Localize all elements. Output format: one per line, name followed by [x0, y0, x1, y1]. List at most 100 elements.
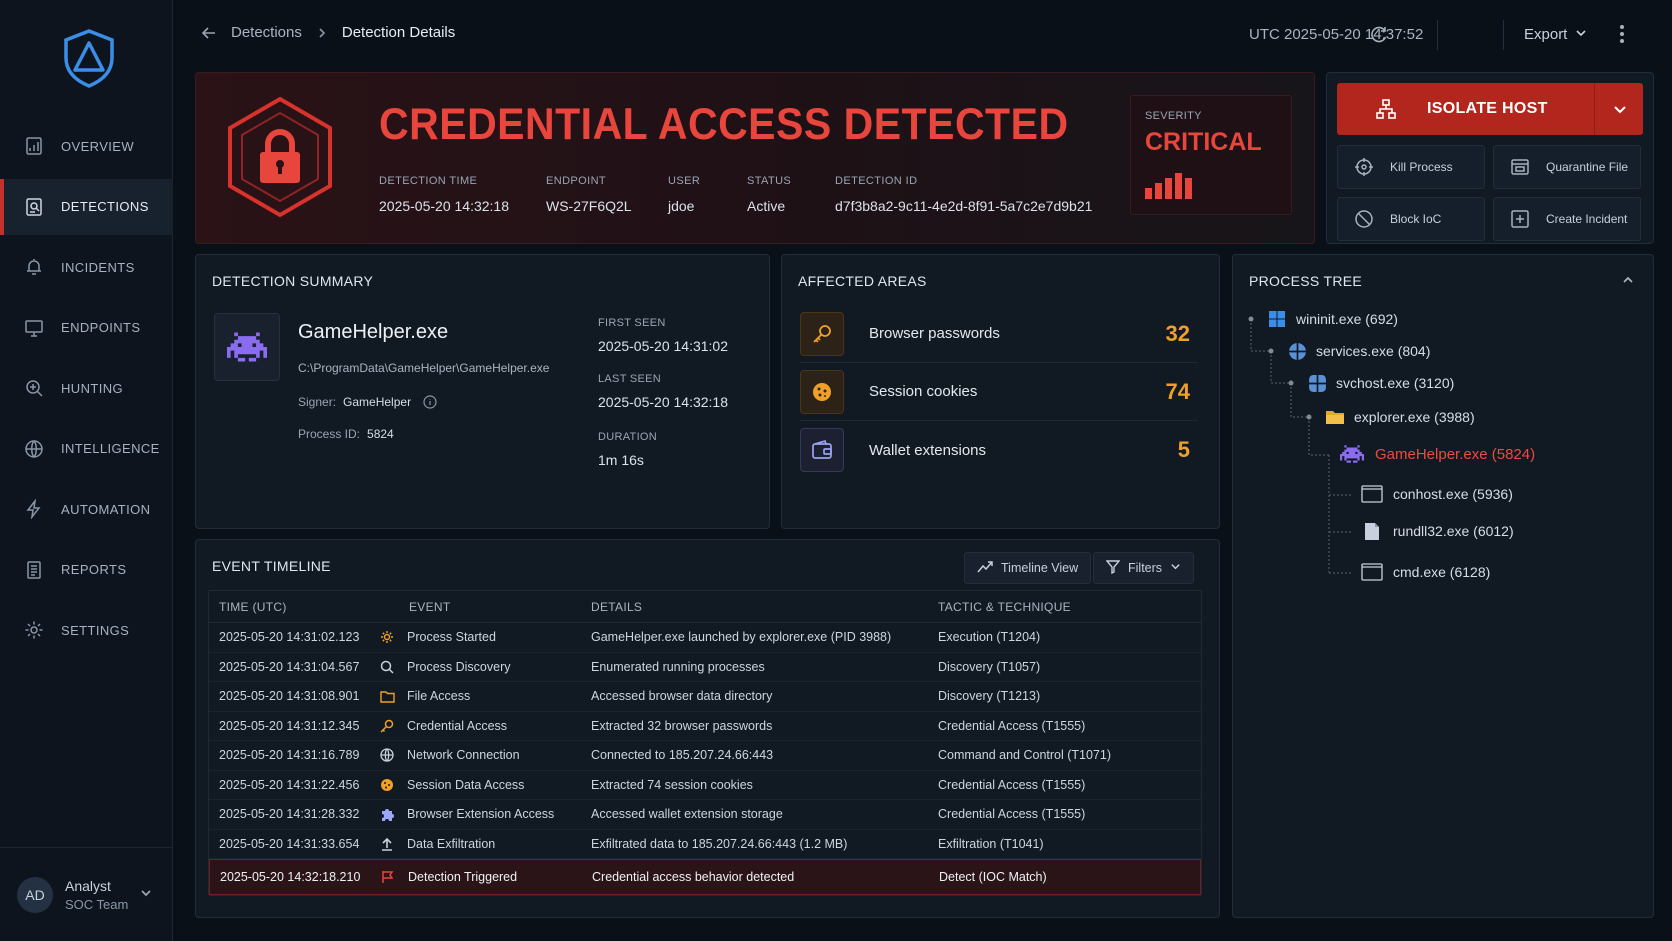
tree-node-svchost[interactable]: svchost.exe (3120) — [1307, 373, 1454, 393]
table-row[interactable]: 2025-05-20 14:31:08.901 File Access Acce… — [209, 682, 1201, 712]
last-seen: LAST SEEN 2025-05-20 14:32:18 — [598, 373, 728, 410]
sidebar-item-settings[interactable]: SETTINGS — [0, 602, 173, 658]
timeline-view-button[interactable]: Timeline View — [964, 552, 1092, 584]
cookie-icon — [800, 369, 844, 414]
sidebar-item-intelligence[interactable]: INTELLIGENCE — [0, 421, 173, 477]
detections-icon — [24, 197, 44, 217]
filter-icon — [1105, 559, 1121, 577]
area-row-session-cookies[interactable]: Session cookies 74 — [800, 363, 1198, 421]
kill-process-button[interactable]: Kill Process — [1337, 145, 1485, 189]
meta-value[interactable]: WS-27F6Q2L — [546, 198, 632, 214]
panel-title: AFFECTED AREAS — [798, 273, 927, 289]
table-row[interactable]: 2025-05-20 14:31:22.456 Session Data Acc… — [209, 771, 1201, 800]
sidebar-item-label: REPORTS — [61, 562, 127, 577]
invader-icon — [214, 313, 280, 381]
tree-node-conhost[interactable]: conhost.exe (5936) — [1361, 484, 1513, 504]
col-time[interactable]: TIME (UTC) — [209, 600, 409, 614]
event-label: File Access — [407, 689, 471, 704]
tree-node-rundll32[interactable]: rundll32.exe (6012) — [1361, 521, 1514, 541]
meta-value: Active — [747, 198, 786, 214]
table-row-highlighted[interactable]: 2025-05-20 14:32:18.210 Detection Trigge… — [209, 859, 1201, 895]
user-menu[interactable]: AD Analyst SOC Team — [0, 847, 173, 941]
info-icon[interactable] — [423, 395, 437, 409]
tree-node-label: GameHelper.exe (5824) — [1375, 445, 1536, 463]
avatar: AD — [17, 876, 53, 913]
table-row[interactable]: 2025-05-20 14:31:28.332 Browser Extensio… — [209, 800, 1201, 830]
sidebar-item-label: INTELLIGENCE — [61, 441, 160, 456]
shield-logo-icon[interactable] — [62, 28, 116, 88]
col-tactic[interactable]: TACTIC & TECHNIQUE — [938, 600, 1201, 614]
globe-icon — [379, 747, 395, 763]
col-details[interactable]: DETAILS — [591, 600, 938, 614]
table-row[interactable]: 2025-05-20 14:31:16.789 Network Connecti… — [209, 741, 1201, 771]
meta-status: STATUS Active — [747, 175, 791, 214]
endpoints-icon — [24, 318, 44, 338]
sidebar-item-hunting[interactable]: HUNTING — [0, 360, 173, 416]
sidebar-item-reports[interactable]: REPORTS — [0, 542, 173, 598]
back-arrow-icon[interactable] — [201, 25, 217, 41]
last-seen-label: LAST SEEN — [598, 373, 662, 385]
area-label: Browser passwords — [869, 325, 1000, 342]
cell-details: Accessed browser data directory — [591, 689, 773, 704]
table-row[interactable]: 2025-05-20 14:31:33.654 Data Exfiltratio… — [209, 830, 1201, 859]
chevron-down-icon[interactable] — [1612, 101, 1628, 122]
table-row[interactable]: 2025-05-20 14:31:12.345 Credential Acces… — [209, 712, 1201, 741]
sidebar-item-label: INCIDENTS — [61, 259, 135, 275]
event-label: Detection Triggered — [408, 870, 518, 884]
sidebar-item-endpoints[interactable]: ENDPOINTS — [0, 300, 173, 356]
export-button[interactable]: Export — [1524, 26, 1587, 43]
windows-icon — [1267, 309, 1287, 329]
first-seen-value: 2025-05-20 14:31:02 — [598, 338, 728, 354]
timeline-view-label: Timeline View — [1001, 561, 1079, 575]
event-label: Process Started — [407, 630, 496, 645]
quarantine-file-button[interactable]: Quarantine File — [1493, 145, 1641, 189]
block-ioc-button[interactable]: Block IoC — [1337, 197, 1485, 241]
cell-tactic: Command and Control (T1071) — [938, 748, 1111, 763]
area-row-wallet-extensions[interactable]: Wallet extensions 5 — [800, 421, 1198, 479]
duration: DURATION 1m 16s — [598, 431, 657, 468]
area-row-browser-passwords[interactable]: Browser passwords 32 — [800, 305, 1198, 363]
table-row[interactable]: 2025-05-20 14:31:02.123 Process Started … — [209, 623, 1201, 653]
signer-value: GameHelper — [343, 395, 412, 409]
chevron-down-icon[interactable] — [139, 886, 153, 905]
cell-tactic: Execution (T1204) — [938, 630, 1041, 645]
user-name: Analyst — [65, 877, 111, 894]
table-row[interactable]: 2025-05-20 14:31:04.567 Process Discover… — [209, 653, 1201, 682]
panel-title: EVENT TIMELINE — [212, 558, 331, 574]
create-incident-button[interactable]: Create Incident — [1493, 197, 1641, 241]
cell-tactic: Credential Access (T1555) — [938, 777, 1086, 792]
folder-icon — [1325, 407, 1345, 427]
isolate-host-label: ISOLATE HOST — [1427, 100, 1548, 117]
sidebar-item-label: HUNTING — [61, 380, 124, 396]
sidebar-item-detections[interactable]: DETECTIONS — [0, 178, 173, 235]
cell-event: Credential Access — [380, 718, 591, 734]
isolate-host-button[interactable]: ISOLATE HOST — [1337, 83, 1643, 135]
tree-node-services[interactable]: services.exe (804) — [1287, 341, 1430, 361]
filters-button[interactable]: Filters — [1093, 552, 1195, 584]
sidebar-item-label: SETTINGS — [61, 622, 130, 638]
refresh-icon[interactable] — [1369, 25, 1389, 50]
tree-node-gamehelper[interactable]: GameHelper.exe (5824) — [1340, 444, 1535, 464]
breadcrumb-detections-link[interactable]: Detections — [231, 24, 302, 41]
tree-node-explorer[interactable]: explorer.exe (3988) — [1325, 407, 1475, 427]
tree-node-cmd[interactable]: cmd.exe (6128) — [1361, 562, 1490, 582]
cell-details: Accessed wallet extension storage — [591, 807, 783, 822]
area-label: Wallet extensions — [869, 441, 986, 459]
tree-node-wininit[interactable]: wininit.exe (692) — [1267, 309, 1398, 329]
sidebar-item-incidents[interactable]: INCIDENTS — [0, 239, 173, 295]
trend-icon — [977, 560, 993, 577]
col-event[interactable]: EVENT — [409, 600, 591, 614]
more-options-icon[interactable] — [1619, 24, 1625, 49]
first-seen: FIRST SEEN 2025-05-20 14:31:02 — [598, 317, 728, 354]
breadcrumb-current: Detection Details — [341, 24, 456, 41]
sidebar-item-overview[interactable]: OVERVIEW — [0, 118, 173, 174]
detection-summary-panel: DETECTION SUMMARY GameHelper.exe C:\Prog… — [195, 254, 770, 529]
action-label: Block IoC — [1390, 212, 1442, 226]
sidebar-item-automation[interactable]: AUTOMATION — [0, 481, 173, 537]
console-icon — [1361, 562, 1383, 582]
meta-value[interactable]: jdoe — [668, 198, 700, 214]
panel-title: DETECTION SUMMARY — [212, 273, 374, 289]
settings-icon — [24, 620, 44, 640]
area-count: 32 — [1165, 320, 1190, 346]
sidebar-item-label: ENDPOINTS — [61, 320, 141, 335]
